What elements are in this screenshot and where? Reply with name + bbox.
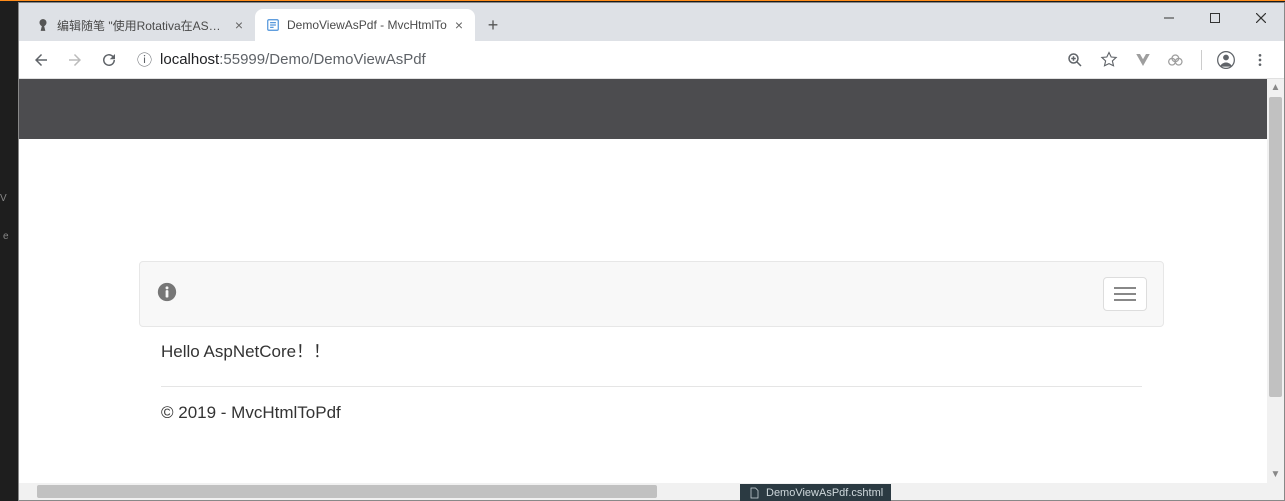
divider [1201,50,1202,70]
viewport: Hello AspNetCore！！ © 2019 - MvcHtmlToPdf… [19,79,1284,500]
vertical-scrollbar[interactable]: ▲ ▼ [1267,79,1284,483]
bookmark-icon[interactable] [1099,50,1119,70]
menu-icon[interactable] [1250,50,1270,70]
tab-strip: 编辑随笔 "使用Rotativa在ASP.N × DemoViewAsPdf -… [19,3,507,41]
close-button[interactable] [1238,3,1284,33]
new-tab-button[interactable]: + [479,11,507,39]
favicon-icon [35,17,51,33]
profile-icon[interactable] [1216,50,1236,70]
close-icon[interactable]: × [453,17,465,33]
extension-vue-icon[interactable] [1133,50,1153,70]
address-bar: ⓘ localhost:55999/Demo/DemoViewAsPdf [19,41,1284,79]
tab-title: 编辑随笔 "使用Rotativa在ASP.N [57,17,227,34]
scroll-up-icon[interactable]: ▲ [1267,79,1284,96]
favicon-icon [265,17,281,33]
horizontal-scrollbar[interactable] [19,483,1284,500]
scroll-down-icon[interactable]: ▼ [1267,466,1284,483]
navbar [139,261,1164,327]
close-icon[interactable]: × [233,17,245,33]
greeting-text: Hello AspNetCore！！ [139,337,1164,362]
extension-cloud-icon[interactable] [1167,50,1187,70]
toolbar-actions [1065,50,1276,70]
scroll-thumb[interactable] [37,485,657,498]
tab-inactive[interactable]: 编辑随笔 "使用Rotativa在ASP.N × [25,9,255,41]
url-host: localhost [160,51,219,68]
file-icon [748,487,760,499]
page-body: Hello AspNetCore！！ © 2019 - MvcHtmlToPdf [19,261,1284,423]
url-path: /Demo/DemoViewAsPdf [265,51,426,68]
url-port: :55999 [219,51,265,68]
reload-button[interactable] [95,46,123,74]
zoom-icon[interactable] [1065,50,1085,70]
tab-title: DemoViewAsPdf - MvcHtmlTo [287,18,447,32]
back-button[interactable] [27,46,55,74]
browser-window: 编辑随笔 "使用Rotativa在ASP.N × DemoViewAsPdf -… [18,2,1285,501]
minimize-button[interactable] [1146,3,1192,33]
forward-button[interactable] [61,46,89,74]
omnibox[interactable]: ⓘ localhost:55999/Demo/DemoViewAsPdf [129,46,1059,74]
page-header-band [19,79,1284,139]
info-icon[interactable] [156,281,178,308]
divider [161,386,1142,387]
editor-gutter: V e [0,1,18,501]
hamburger-button[interactable] [1103,277,1147,311]
site-info-icon[interactable]: ⓘ [137,49,152,70]
titlebar: 编辑随笔 "使用Rotativa在ASP.N × DemoViewAsPdf -… [19,3,1284,41]
maximize-button[interactable] [1192,3,1238,33]
window-controls [1146,3,1284,33]
footer-text: © 2019 - MvcHtmlToPdf [139,403,1164,423]
tab-active[interactable]: DemoViewAsPdf - MvcHtmlTo × [255,9,475,41]
taskbar-file-label: DemoViewAsPdf.cshtml [766,487,883,499]
taskbar-file-tab[interactable]: DemoViewAsPdf.cshtml [740,484,891,501]
scroll-thumb[interactable] [1269,97,1282,397]
